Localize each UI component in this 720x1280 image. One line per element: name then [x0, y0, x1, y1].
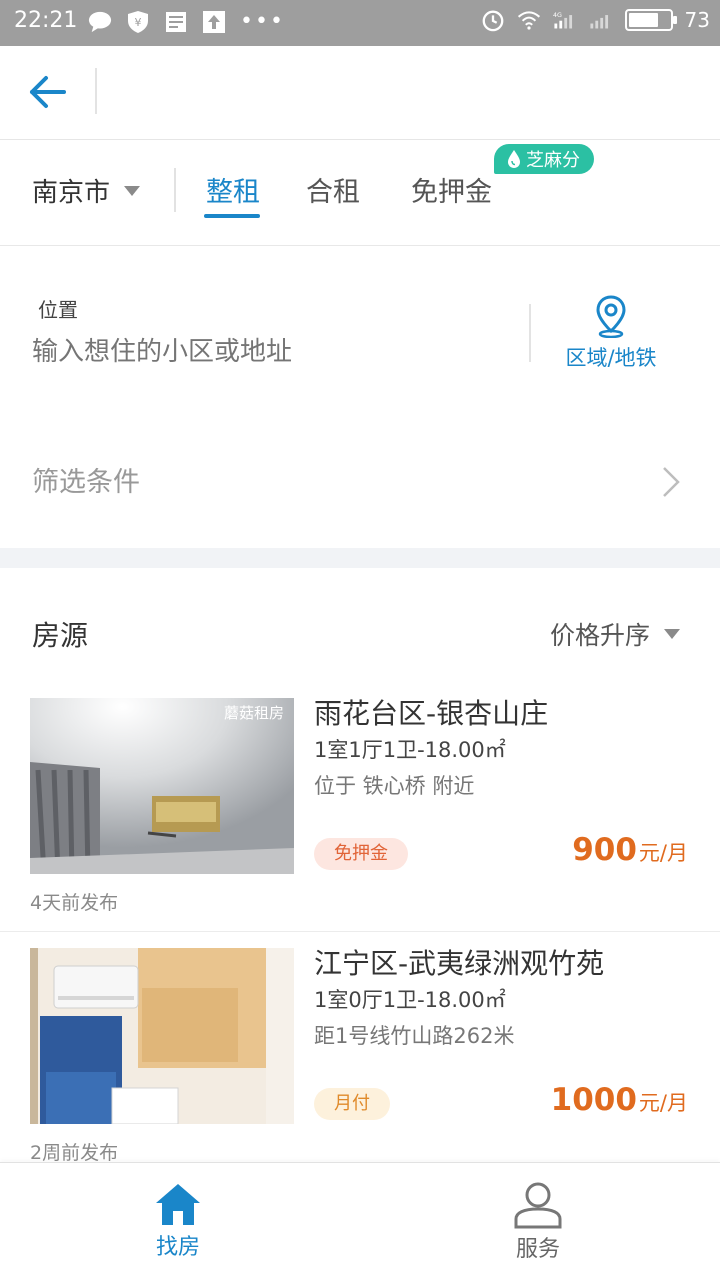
listing-time: 4天前发布: [30, 892, 119, 914]
listing-location: 位于 铁心桥 附近: [314, 774, 475, 798]
location-input[interactable]: [32, 336, 492, 367]
status-time: 22:21: [14, 8, 78, 33]
top-header: [0, 46, 720, 140]
listing-location: 距1号线竹山路262米: [314, 1024, 515, 1048]
status-system: 4G 73: [481, 8, 710, 32]
header-divider: [95, 68, 97, 114]
tab-no-deposit[interactable]: 免押金: [411, 170, 492, 209]
city-label: 南京市: [32, 178, 111, 208]
document-icon: [164, 10, 188, 34]
shield-icon: ¥: [126, 10, 150, 34]
nav-find-home-label: 找房: [155, 1235, 200, 1260]
location-pin-icon: [596, 295, 626, 338]
listing-card[interactable]: 江宁区-武夷绿洲观竹苑 1室0厅1卫-18.00㎡ 距1号线竹山路262米 月付…: [0, 932, 720, 1182]
listing-title: 雨花台区-银杏山庄: [314, 697, 549, 730]
area-subway-button[interactable]: 区域/地铁: [556, 294, 666, 372]
drop-icon: [508, 150, 520, 168]
tabs-divider: [174, 168, 176, 212]
svg-text:4G: 4G: [553, 12, 562, 19]
listing-price: 900 元/月: [572, 832, 688, 868]
more-dots-icon: •••: [240, 9, 285, 34]
chevron-down-icon: [124, 185, 141, 196]
alarm-icon: [481, 8, 505, 32]
listing-layout: 1室1厅1卫-18.00㎡: [314, 738, 506, 762]
person-icon: [514, 1182, 562, 1229]
chevron-right-icon: [663, 467, 680, 497]
listing-time: 2周前发布: [30, 1142, 119, 1164]
listing-title: 江宁区-武夷绿洲观竹苑: [314, 947, 605, 980]
listing-photo: [30, 948, 294, 1124]
signal-icon: [589, 8, 613, 32]
price-value: 900: [572, 832, 637, 868]
sort-dropdown[interactable]: 价格升序: [550, 616, 680, 652]
area-subway-label: 区域/地铁: [565, 346, 657, 370]
listing-photo: 蘑菇租房: [30, 698, 294, 874]
price-unit: 元/月: [638, 841, 688, 865]
listing-price: 1000 元/月: [551, 1082, 688, 1118]
nav-service[interactable]: 服务: [478, 1181, 598, 1263]
listing-card[interactable]: 蘑菇租房 雨花台区-银杏山庄 1室1厅1卫-18.00㎡ 位于 铁心桥 附近 免…: [0, 682, 720, 932]
search-panel: 位置 区域/地铁 筛选条件: [0, 246, 720, 548]
price-unit: 元/月: [638, 1091, 688, 1115]
tab-whole-rent[interactable]: 整租: [206, 170, 260, 209]
listings-title: 房源: [32, 619, 89, 652]
nav-find-home[interactable]: 找房: [118, 1181, 238, 1261]
watermark-logo: 蘑菇租房: [223, 704, 284, 722]
home-icon: [156, 1184, 200, 1225]
bottom-nav: 找房 服务: [0, 1162, 720, 1280]
search-divider: [529, 304, 531, 362]
listing-tag: 免押金: [314, 838, 408, 870]
listings-header: 房源 价格升序: [0, 568, 720, 678]
nav-service-label: 服务: [515, 1237, 560, 1262]
city-selector[interactable]: 南京市: [32, 172, 141, 209]
rent-type-tabs: 南京市 整租 合租 免押金 芝麻分: [0, 140, 720, 246]
upload-icon: [202, 10, 226, 34]
filter-conditions-row[interactable]: 筛选条件: [0, 446, 720, 516]
chat-bubble-icon: [88, 10, 112, 34]
price-value: 1000: [550, 1082, 637, 1118]
chevron-down-icon: [664, 629, 680, 639]
back-arrow-icon[interactable]: [26, 72, 70, 112]
signal-4g-icon: 4G: [553, 8, 577, 32]
active-tab-indicator: [204, 214, 260, 218]
wifi-icon: [517, 8, 541, 32]
tab-shared-rent[interactable]: 合租: [306, 170, 360, 209]
filter-label: 筛选条件: [32, 467, 140, 498]
status-notifications: ¥ •••: [88, 10, 285, 34]
section-separator: [0, 548, 720, 568]
sort-label: 价格升序: [549, 621, 650, 650]
battery-icon: [624, 9, 677, 31]
location-label: 位置: [38, 298, 78, 322]
listing-tag: 月付: [314, 1088, 390, 1120]
zhima-badge-label: 芝麻分: [526, 150, 580, 171]
svg-text:¥: ¥: [135, 16, 142, 29]
listing-layout: 1室0厅1卫-18.00㎡: [314, 988, 506, 1012]
zhima-credit-badge: 芝麻分: [494, 144, 594, 174]
status-bar: 22:21 ¥ ••• 4G 73: [0, 0, 720, 46]
battery-level: 73: [684, 8, 710, 32]
